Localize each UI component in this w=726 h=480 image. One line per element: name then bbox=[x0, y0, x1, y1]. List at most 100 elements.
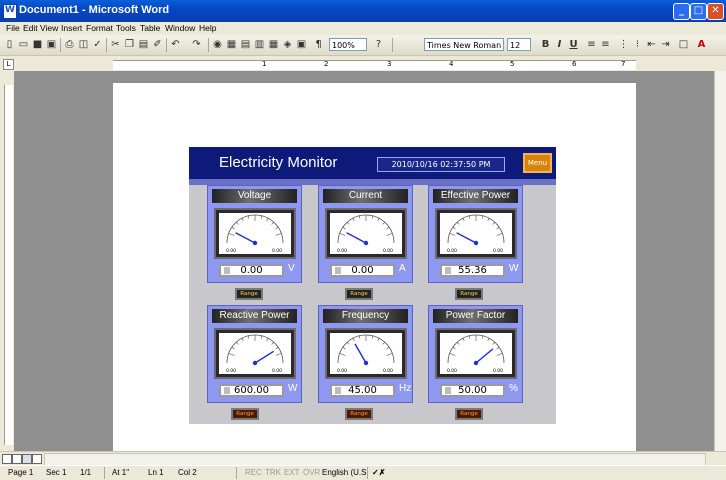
zoom-select[interactable]: 100% bbox=[329, 38, 367, 51]
underline-icon[interactable]: U bbox=[567, 38, 580, 51]
insert-table-icon[interactable]: ▤ bbox=[239, 38, 252, 51]
menu-tools[interactable]: Tools bbox=[116, 23, 136, 33]
print-icon[interactable]: ⎙ bbox=[63, 38, 76, 51]
gauge-face: 0.00 0.00 bbox=[219, 213, 291, 254]
gauge-value: 45.00 bbox=[330, 384, 395, 397]
gauge-min-label: 0.00 bbox=[226, 368, 236, 374]
menu-format[interactable]: Format bbox=[86, 23, 113, 33]
undo-icon[interactable]: ↶ bbox=[169, 38, 182, 51]
maximize-button[interactable]: □ bbox=[690, 3, 707, 20]
font-size-select[interactable]: 12 bbox=[507, 38, 531, 51]
gauge-card-frequency: Frequency 0.00 0.00 45.00 Hz bbox=[318, 305, 413, 403]
range-button[interactable]: Range bbox=[345, 408, 373, 420]
numbering-icon[interactable]: ⋮ bbox=[617, 38, 630, 51]
gauge-needle bbox=[475, 348, 494, 364]
gauge-face: 0.00 0.00 bbox=[330, 333, 402, 374]
cut-icon[interactable]: ✂ bbox=[109, 38, 122, 51]
font-color-icon[interactable]: A bbox=[695, 38, 708, 51]
menu-window[interactable]: Window bbox=[165, 23, 195, 33]
spelling-status-icon[interactable]: ✓✗ bbox=[372, 468, 385, 477]
show-hide-icon[interactable]: ¶ bbox=[312, 38, 325, 51]
menu-bar: File Edit View Insert Format Tools Table… bbox=[0, 22, 726, 35]
gauge-unit: % bbox=[509, 383, 518, 394]
print-preview-icon[interactable]: ◫ bbox=[77, 38, 90, 51]
range-button[interactable]: Range bbox=[235, 288, 263, 300]
align-left-icon[interactable]: ≡ bbox=[585, 38, 598, 51]
tab-selector-icon[interactable]: L bbox=[3, 59, 14, 70]
range-button[interactable]: Range bbox=[455, 288, 483, 300]
gauge-value: 55.36 bbox=[440, 264, 505, 277]
drawing-icon[interactable]: ◈ bbox=[281, 38, 294, 51]
gauge-hub bbox=[252, 240, 258, 246]
print-layout-icon[interactable] bbox=[22, 454, 32, 464]
vertical-ruler-bar[interactable] bbox=[4, 85, 13, 445]
redo-icon[interactable]: ↷ bbox=[190, 38, 203, 51]
menu-insert[interactable]: Insert bbox=[61, 23, 82, 33]
range-button[interactable]: Range bbox=[455, 408, 483, 420]
range-button[interactable]: Range bbox=[231, 408, 259, 420]
paste-icon[interactable]: ▤ bbox=[137, 38, 150, 51]
gauge-hub bbox=[252, 360, 258, 366]
status-ext[interactable]: EXT bbox=[284, 468, 300, 477]
new-icon[interactable]: ▯ bbox=[3, 38, 16, 51]
increase-indent-icon[interactable]: ⇥ bbox=[659, 38, 672, 51]
bold-icon[interactable]: B bbox=[539, 38, 552, 51]
minimize-button[interactable]: _ bbox=[673, 3, 690, 20]
status-rec[interactable]: REC bbox=[245, 468, 262, 477]
insert-excel-icon[interactable]: ▥ bbox=[253, 38, 266, 51]
border-icon[interactable]: □ bbox=[677, 38, 690, 51]
word-app-icon[interactable] bbox=[3, 4, 17, 19]
save-icon[interactable]: ■ bbox=[31, 38, 44, 51]
open-icon[interactable]: ▭ bbox=[17, 38, 30, 51]
gauge-face: 0.00 0.00 bbox=[440, 213, 512, 254]
menu-help[interactable]: Help bbox=[199, 23, 216, 33]
normal-view-icon[interactable] bbox=[2, 454, 12, 464]
menu-table[interactable]: Table bbox=[140, 23, 160, 33]
align-center-icon[interactable]: ≡ bbox=[599, 38, 612, 51]
monitor-menu-button[interactable]: Menu bbox=[523, 153, 552, 173]
status-trk[interactable]: TRK bbox=[265, 468, 281, 477]
menu-view[interactable]: View bbox=[40, 23, 58, 33]
monitor-title: Electricity Monitor bbox=[219, 154, 338, 171]
hyperlink-icon[interactable]: ◉ bbox=[211, 38, 224, 51]
gauge-needle bbox=[456, 232, 477, 244]
document-map-icon[interactable]: ▣ bbox=[295, 38, 308, 51]
italic-icon[interactable]: I bbox=[553, 38, 566, 51]
font-select[interactable]: Times New Roman bbox=[424, 38, 504, 51]
range-button[interactable]: Range bbox=[345, 288, 373, 300]
web-layout-icon[interactable] bbox=[12, 454, 22, 464]
gauge-max-label: 0.00 bbox=[383, 368, 393, 374]
gauge-title: Frequency bbox=[323, 309, 408, 323]
ruler-number: 4 bbox=[449, 60, 454, 68]
gauge-meter: 0.00 0.00 bbox=[435, 208, 517, 259]
columns-icon[interactable]: ▦ bbox=[267, 38, 280, 51]
permission-icon[interactable]: ▣ bbox=[45, 38, 58, 51]
spelling-icon[interactable]: ✓ bbox=[91, 38, 104, 51]
ruler-number: 6 bbox=[572, 60, 577, 68]
format-painter-icon[interactable]: ✐ bbox=[151, 38, 164, 51]
gauge-card-effective-power: Effective Power 0.00 0.00 55.36 W bbox=[428, 185, 523, 283]
status-ovr[interactable]: OVR bbox=[303, 468, 320, 477]
close-button[interactable]: ✕ bbox=[707, 3, 724, 20]
gauge-max-label: 0.00 bbox=[493, 248, 503, 254]
tables-borders-icon[interactable]: ▦ bbox=[225, 38, 238, 51]
status-section: Sec 1 bbox=[46, 468, 67, 477]
gauge-card-voltage: Voltage 0.00 0.00 0.00 V bbox=[207, 185, 302, 283]
window-title: Document1 - Microsoft Word bbox=[19, 4, 170, 16]
bullets-icon[interactable]: ⁝ bbox=[631, 38, 644, 51]
status-at: At 1" bbox=[112, 468, 130, 477]
gauge-value: 50.00 bbox=[440, 384, 505, 397]
decrease-indent-icon[interactable]: ⇤ bbox=[645, 38, 658, 51]
help-icon[interactable]: ? bbox=[372, 38, 385, 51]
vertical-scrollbar[interactable] bbox=[714, 71, 726, 451]
outline-view-icon[interactable] bbox=[32, 454, 42, 464]
ruler-number: 5 bbox=[510, 60, 515, 68]
menu-edit[interactable]: Edit bbox=[23, 23, 38, 33]
gauge-max-label: 0.00 bbox=[383, 248, 393, 254]
gauge-min-label: 0.00 bbox=[447, 368, 457, 374]
gauge-card-reactive-power: Reactive Power 0.00 0.00 600.00 W bbox=[207, 305, 302, 403]
ruler-bar[interactable]: 1 2 3 4 5 6 7 bbox=[113, 60, 636, 70]
menu-file[interactable]: File bbox=[6, 23, 20, 33]
ruler-number: 2 bbox=[324, 60, 329, 68]
copy-icon[interactable]: ❐ bbox=[123, 38, 136, 51]
